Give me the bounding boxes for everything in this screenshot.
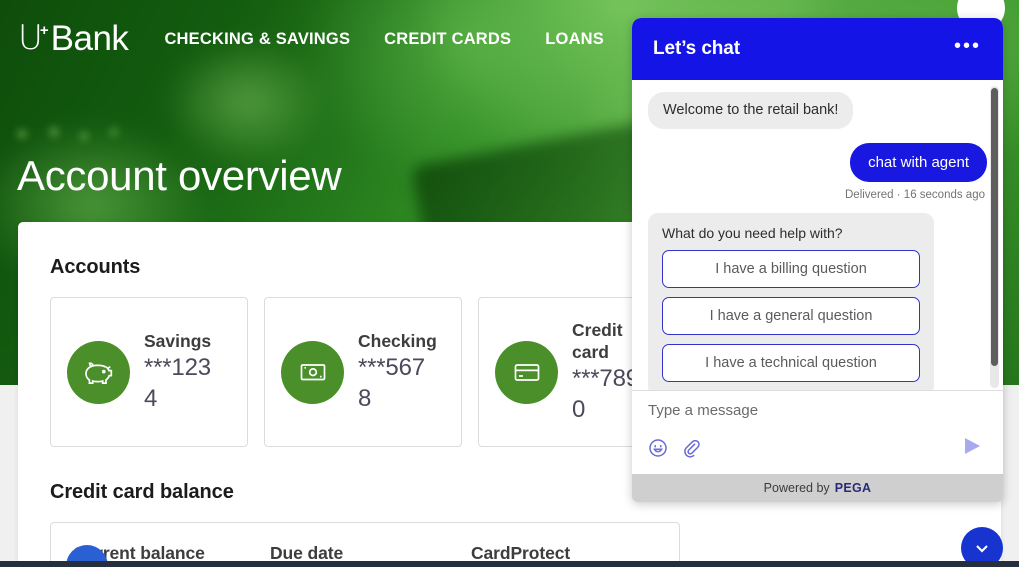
chevron-down-icon [976, 545, 988, 553]
account-name: Savings [144, 331, 212, 351]
quick-reply-billing[interactable]: I have a billing question [662, 250, 920, 288]
chat-footer: Powered by PEGA [632, 474, 1003, 502]
nav-item-checking-savings[interactable]: CHECKING & SAVINGS [164, 30, 350, 49]
powered-by-label: Powered by [763, 481, 830, 495]
chat-message-list: Welcome to the retail bank! chat with ag… [632, 80, 1003, 390]
page-title: Account overview [17, 152, 342, 199]
chat-input-area [632, 390, 1003, 474]
send-icon [965, 438, 980, 454]
chat-message-user: chat with agent Delivered · 16 seconds a… [648, 143, 987, 201]
message-status: Delivered · 16 seconds ago [845, 189, 985, 201]
logo-plus-icon: + [39, 22, 49, 39]
send-button[interactable] [959, 435, 985, 462]
page-left-margin [0, 385, 18, 567]
chat-title: Let’s chat [653, 38, 740, 59]
chat-menu-icon[interactable]: ••• [954, 36, 981, 57]
account-text-savings: Savings ***1234 [144, 330, 218, 414]
browser-page: U + Bank CHECKING & SAVINGS CREDIT CARDS… [0, 0, 1019, 567]
primary-nav: CHECKING & SAVINGS CREDIT CARDS LOANS [164, 30, 604, 49]
chat-scrollbar-thumb[interactable] [991, 88, 998, 366]
account-text-checking: Checking ***5678 [358, 330, 437, 414]
account-number: ***1234 [144, 354, 211, 412]
cash-note-icon [281, 340, 344, 404]
account-card-checking[interactable]: Checking ***5678 [264, 297, 462, 447]
chat-tool-row [648, 438, 987, 458]
emoji-icon[interactable] [648, 438, 668, 458]
account-name: Checking [358, 331, 437, 351]
agent-message-bubble: Welcome to the retail bank! [648, 92, 854, 129]
quick-reply-general[interactable]: I have a general question [662, 297, 920, 335]
piggy-bank-icon [67, 340, 130, 404]
quick-reply-panel: What do you need help with? I have a bil… [648, 213, 934, 390]
pega-brand-label: PEGA [834, 481, 872, 495]
account-card-savings[interactable]: Savings ***1234 [50, 297, 248, 447]
quick-reply-technical[interactable]: I have a technical question [662, 344, 920, 382]
page-right-margin [1001, 385, 1019, 567]
chat-message-agent: Welcome to the retail bank! [648, 92, 987, 129]
account-number: ***5678 [358, 354, 425, 412]
window-bottom-bar [0, 561, 1019, 567]
chat-header: Let’s chat ••• [632, 18, 1003, 80]
quick-reply-prompt: What do you need help with? [662, 225, 843, 241]
nav-item-loans[interactable]: LOANS [545, 30, 604, 49]
chat-scrollbar[interactable] [990, 86, 999, 388]
nav-item-credit-cards[interactable]: CREDIT CARDS [384, 30, 511, 49]
credit-card-icon [495, 340, 558, 404]
attachment-icon[interactable] [681, 438, 701, 458]
ubank-logo[interactable]: U + Bank [18, 19, 129, 58]
user-message-bubble: chat with agent [850, 143, 987, 182]
chat-message-input[interactable] [648, 402, 987, 419]
chat-widget: Let’s chat ••• Welcome to the retail ban… [632, 18, 1003, 502]
logo-wordmark: Bank [50, 19, 129, 58]
